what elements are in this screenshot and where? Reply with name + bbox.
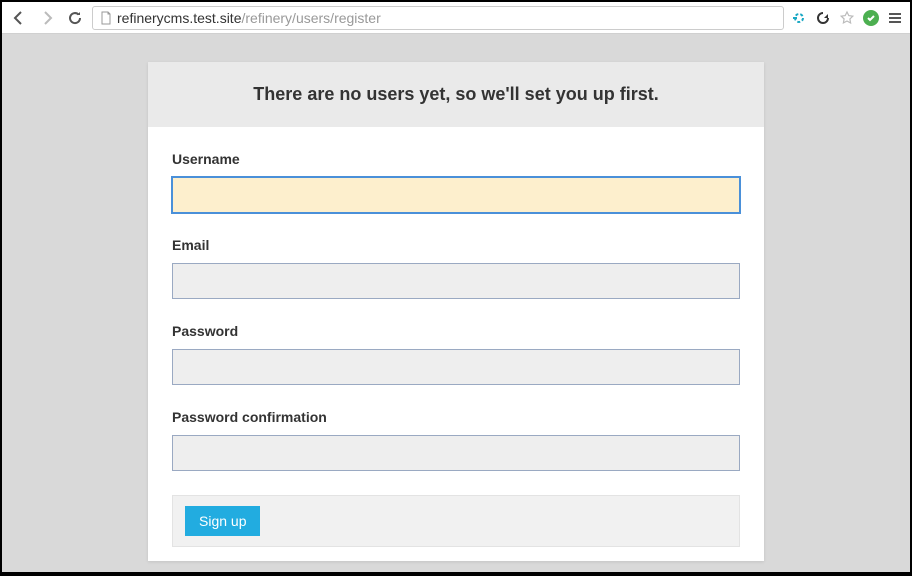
email-input[interactable] [172,263,740,299]
form-actions: Sign up [172,495,740,547]
field-email: Email [172,237,740,299]
reload-button[interactable] [64,7,86,29]
url-path: /refinery/users/register [241,10,380,26]
field-password-confirmation: Password confirmation [172,409,740,471]
browser-window: refinerycms.test.site/refinery/users/reg… [2,2,910,572]
extension-icon[interactable] [790,9,808,27]
sign-up-button[interactable]: Sign up [185,506,260,536]
bookmark-star-icon[interactable] [838,9,856,27]
url-text: refinerycms.test.site/refinery/users/reg… [117,10,381,26]
username-label: Username [172,151,740,167]
address-bar[interactable]: refinerycms.test.site/refinery/users/reg… [92,6,784,30]
page-viewport: There are no users yet, so we'll set you… [2,34,910,572]
page-icon [99,11,113,25]
forward-button[interactable] [36,7,58,29]
field-username: Username [172,151,740,213]
url-domain: refinerycms.test.site [117,10,241,26]
toolbar-right [790,9,904,27]
password-confirmation-label: Password confirmation [172,409,740,425]
email-label: Email [172,237,740,253]
password-confirmation-input[interactable] [172,435,740,471]
field-password: Password [172,323,740,385]
back-button[interactable] [8,7,30,29]
menu-icon[interactable] [886,9,904,27]
shield-extension-icon[interactable] [862,9,880,27]
password-label: Password [172,323,740,339]
refresh-extension-icon[interactable] [814,9,832,27]
username-input[interactable] [172,177,740,213]
browser-toolbar: refinerycms.test.site/refinery/users/reg… [2,2,910,34]
card-body: Username Email Password Password confirm… [148,127,764,561]
setup-card: There are no users yet, so we'll set you… [148,62,764,561]
card-heading: There are no users yet, so we'll set you… [148,62,764,127]
password-input[interactable] [172,349,740,385]
